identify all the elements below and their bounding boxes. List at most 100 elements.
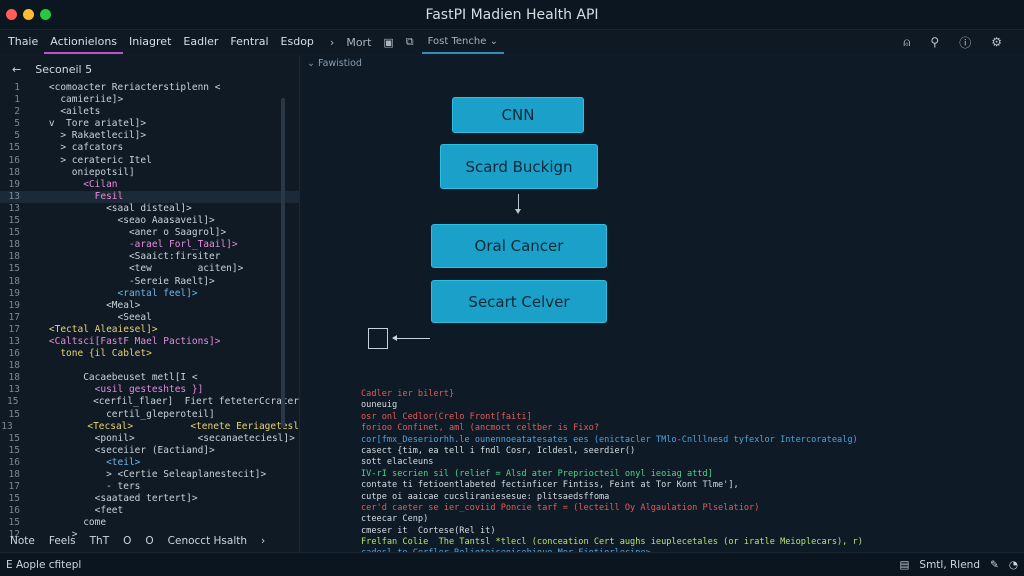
line-number: 18 — [8, 275, 20, 287]
code-line[interactable]: 15 <seao Aaasaveil]> — [0, 215, 299, 227]
chevron-right-icon[interactable]: › — [330, 36, 334, 49]
diagram-node-oral-cancer[interactable]: Oral Cancer — [431, 224, 607, 268]
bell-icon[interactable]: ◔ — [1009, 559, 1018, 571]
console-line: osr onl Cedlor(Crelo Front[faiti] — [361, 411, 532, 422]
code-line[interactable]: 13 Fesil — [0, 190, 299, 203]
code-line[interactable]: 1 camieriie]> — [0, 94, 299, 106]
code-line[interactable]: 17 - ters — [0, 481, 299, 493]
status-right: ▤ Smtl, Rlend ✎ ◔ — [899, 559, 1018, 571]
code-line[interactable]: 13 <Tecsal> <tenete Eeriagetesl — [0, 421, 299, 433]
breadcrumb[interactable]: ⌄ Fawistiod — [307, 58, 362, 69]
edit-icon[interactable]: ✎ — [990, 559, 999, 571]
editor-footer-item[interactable]: O — [145, 535, 153, 547]
code-text: <comoacter Reriacterstiplenn < — [26, 82, 221, 93]
close-window-button[interactable] — [6, 9, 17, 20]
tab-editor[interactable]: Fost Tenche ⌄ — [421, 30, 504, 54]
code-line[interactable]: 2 <ailets — [0, 106, 299, 118]
code-line[interactable]: 15 <saataed tertert]> — [0, 493, 299, 505]
line-number: 1 — [14, 94, 20, 106]
terminal-icon[interactable]: ▤ — [899, 559, 909, 571]
code-text: > cafcators — [26, 142, 124, 154]
code-line[interactable]: 15 <ponil> <secanaeteciesl]> — [0, 433, 299, 445]
menu-item-4[interactable]: Fentral — [224, 30, 274, 54]
editor-footer-item[interactable]: ThT — [90, 535, 109, 547]
code-line[interactable]: 18 -arael Forl_Taail]> — [0, 239, 299, 251]
copy-icon[interactable]: ⧉ — [406, 35, 414, 49]
search-icon[interactable]: ⚲ — [930, 35, 939, 49]
code-line[interactable]: 19 <Meal> — [0, 300, 299, 312]
code-line[interactable]: 15 <cerfil_flaer] Fiert feteterCcrater — [0, 396, 299, 408]
code-line[interactable]: 16 <feet — [0, 505, 299, 517]
code-line[interactable]: 19 <rantal feel]> — [0, 288, 299, 300]
code-line[interactable]: 17 <Seeal — [0, 312, 299, 324]
code-text: <seao Aaasaveil]> — [26, 215, 215, 227]
code-line[interactable]: 13 <usil gesteshtes }] — [0, 384, 299, 396]
code-line[interactable]: 15 <tew aciten]> — [0, 263, 299, 275]
code-line[interactable]: 15 > cafcators — [0, 142, 299, 154]
diagram-node-cnn[interactable]: CNN — [452, 97, 584, 133]
maximize-window-button[interactable] — [40, 9, 51, 20]
code-editor[interactable]: ← Seconeil 5 1 <comoacter Reriacterstipl… — [0, 56, 300, 552]
menu-item-5[interactable]: Esdop — [275, 30, 320, 54]
code-text: -Sereie Raelt]> — [26, 275, 215, 287]
line-number: 5 — [14, 130, 20, 142]
code-line[interactable]: 18 Cacaebeuset metl[I < — [0, 372, 299, 384]
code-line[interactable]: 17 <Tectal Aleaiesel]> — [0, 324, 299, 336]
layout-icon[interactable]: ▣ — [383, 36, 393, 49]
line-number: 15 — [8, 215, 20, 227]
line-number: 15 — [8, 444, 20, 456]
editor-footer-item[interactable]: O — [123, 535, 131, 547]
code-line[interactable]: 16 tone {il Cablet> — [0, 348, 299, 360]
editor-footer-item[interactable]: Feels — [49, 535, 76, 547]
code-line[interactable]: 1 <comoacter Reriacterstiplenn < — [0, 82, 299, 94]
back-arrow-icon[interactable]: ← — [12, 63, 21, 76]
menu-item-2[interactable]: Iniagret — [123, 30, 177, 54]
window-title: FastPI Madien Health API — [425, 6, 599, 23]
code-line[interactable]: 15 <aner o Saagrol]> — [0, 227, 299, 239]
settings-icon[interactable]: ⚙ — [991, 35, 1002, 49]
code-lines[interactable]: 1 <comoacter Reriacterstiplenn <1 camier… — [0, 82, 299, 542]
code-line[interactable]: 19 <Cilan — [0, 179, 299, 191]
code-line[interactable]: 5 v Tore ariatel]> — [0, 118, 299, 130]
flow-arrow-left — [392, 335, 430, 341]
toolbar-more-label[interactable]: Mort — [346, 36, 371, 49]
status-left[interactable]: E Aople cfitepl — [6, 559, 81, 571]
code-line[interactable]: 18 oniepotsil] — [0, 167, 299, 179]
code-line[interactable]: 15 come — [0, 517, 299, 529]
console-line: IV-rI secrien sil (relief = Alsd ater Pr… — [361, 468, 713, 479]
menu-items: Thaie Actionielons Iniagret Eadler Fentral Es… — [2, 30, 320, 54]
diagram-node-empty[interactable] — [368, 328, 388, 349]
minimize-window-button[interactable] — [23, 9, 34, 20]
code-line[interactable]: 15 certil_gleperoteil] — [0, 409, 299, 421]
editor-scrollbar[interactable] — [281, 98, 285, 428]
account-icon[interactable]: ⍝ — [903, 35, 910, 50]
code-line[interactable]: 16 > cerateric Itel — [0, 155, 299, 167]
status-right-label[interactable]: Smtl, Rlend — [919, 559, 980, 571]
code-line[interactable]: 18 — [0, 360, 299, 372]
code-text: v Tore ariatel]> — [26, 118, 147, 130]
line-number: 18 — [8, 469, 20, 480]
diagram-node-scard-buckign[interactable]: Scard Buckign — [440, 144, 598, 189]
line-number: 15 — [8, 432, 20, 444]
diagram-node-secart-celver[interactable]: Secart Celver — [431, 280, 607, 323]
code-line[interactable]: 18 -Sereie Raelt]> — [0, 276, 299, 288]
menu-item-1[interactable]: Actionielons — [44, 30, 124, 54]
chevron-down-icon: ⌄ — [489, 36, 498, 47]
editor-footer-item[interactable]: Cenocct Hsalth — [168, 535, 247, 547]
menu-item-3[interactable]: Eadler — [177, 30, 224, 54]
code-text: > cerateric Itel — [26, 154, 152, 166]
code-line[interactable]: 16 <teil> — [0, 457, 299, 469]
code-line[interactable]: 13 <saal disteal]> — [0, 203, 299, 215]
code-line[interactable]: 18 <Saaict:firsiter — [0, 251, 299, 263]
code-line[interactable]: 15 <seceiier (Eactiand]> — [0, 445, 299, 457]
line-number: 18 — [8, 166, 20, 178]
help-icon[interactable]: ⓘ — [959, 34, 971, 51]
code-line[interactable]: 13 <Caltsci[FastF Mael Pactions]> — [0, 336, 299, 348]
code-line[interactable]: 18 > <Certie Seleaplanestecit]> — [0, 469, 299, 481]
code-line[interactable]: 5 > Rakaetlecil]> — [0, 130, 299, 142]
editor-footer-item[interactable]: › — [261, 535, 265, 547]
line-number: 13 — [8, 190, 20, 202]
menu-item-0[interactable]: Thaie — [2, 30, 44, 54]
line-number: 15 — [8, 227, 20, 239]
editor-footer-item[interactable]: Note — [10, 535, 35, 547]
